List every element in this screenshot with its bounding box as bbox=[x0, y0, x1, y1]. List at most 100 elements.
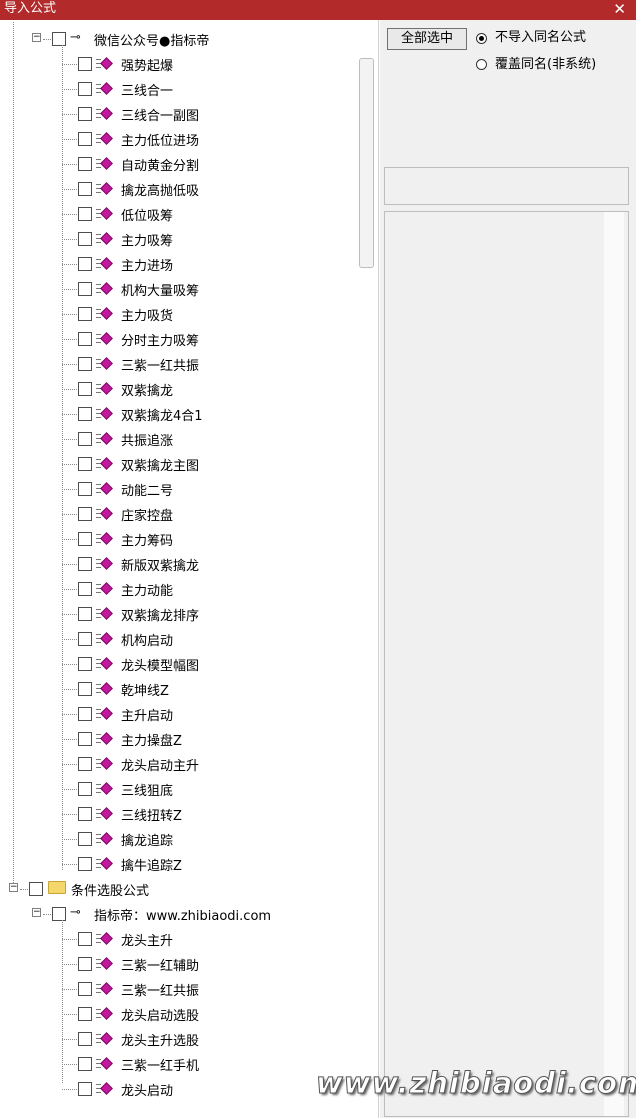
formula-icon-tick bbox=[96, 1084, 101, 1085]
formula-checkbox[interactable] bbox=[78, 657, 92, 671]
formula-item[interactable]: 三紫一红手机 bbox=[0, 1052, 370, 1077]
formula-item[interactable]: 双紫擒龙排序 bbox=[0, 602, 370, 627]
select-all-button[interactable]: 全部选中 bbox=[387, 28, 467, 50]
formula-checkbox[interactable] bbox=[78, 732, 92, 746]
formula-item[interactable]: 双紫擒龙 bbox=[0, 377, 370, 402]
formula-checkbox[interactable] bbox=[78, 157, 92, 171]
formula-checkbox[interactable] bbox=[78, 282, 92, 296]
formula-checkbox[interactable] bbox=[78, 232, 92, 246]
tree-node[interactable]: − ⊸ 微信公众号●指标帝 bbox=[0, 27, 370, 52]
tree-node[interactable]: − ⊸ 指标帝：www.zhibiaodi.com bbox=[0, 902, 370, 927]
formula-item[interactable]: 低位吸筹 bbox=[0, 202, 370, 227]
formula-checkbox[interactable] bbox=[78, 1032, 92, 1046]
formula-item[interactable]: 三线合一 bbox=[0, 77, 370, 102]
formula-checkbox[interactable] bbox=[78, 982, 92, 996]
formula-item[interactable]: 主升启动 bbox=[0, 702, 370, 727]
formula-checkbox[interactable] bbox=[78, 482, 92, 496]
formula-checkbox[interactable] bbox=[78, 832, 92, 846]
expand-toggle-icon[interactable]: − bbox=[32, 33, 41, 42]
no-import-radio-label[interactable]: 不导入同名公式 bbox=[495, 30, 586, 46]
formula-item[interactable]: 乾坤线Z bbox=[0, 677, 370, 702]
formula-checkbox[interactable] bbox=[78, 557, 92, 571]
formula-checkbox[interactable] bbox=[78, 1082, 92, 1096]
formula-item[interactable]: 主力动能 bbox=[0, 577, 370, 602]
formula-item[interactable]: 三紫一红辅助 bbox=[0, 952, 370, 977]
formula-checkbox[interactable] bbox=[78, 207, 92, 221]
formula-item[interactable]: 新版双紫擒龙 bbox=[0, 552, 370, 577]
formula-item[interactable]: 龙头主升选股 bbox=[0, 1027, 370, 1052]
formula-checkbox[interactable] bbox=[78, 107, 92, 121]
formula-checkbox[interactable] bbox=[78, 632, 92, 646]
tree-checkbox[interactable] bbox=[29, 882, 43, 896]
formula-item[interactable]: 擒龙追踪 bbox=[0, 827, 370, 852]
formula-icon-tick bbox=[96, 792, 101, 793]
formula-checkbox[interactable] bbox=[78, 357, 92, 371]
formula-checkbox[interactable] bbox=[78, 532, 92, 546]
formula-item[interactable]: 三线扭转Z bbox=[0, 802, 370, 827]
formula-item[interactable]: 龙头启动选股 bbox=[0, 1002, 370, 1027]
formula-checkbox[interactable] bbox=[78, 332, 92, 346]
formula-diamond bbox=[100, 582, 113, 595]
formula-checkbox[interactable] bbox=[78, 457, 92, 471]
tree-checkbox[interactable] bbox=[52, 907, 66, 921]
formula-checkbox[interactable] bbox=[78, 857, 92, 871]
formula-item[interactable]: 动能二号 bbox=[0, 477, 370, 502]
formula-item[interactable]: 主力吸筹 bbox=[0, 227, 370, 252]
formula-checkbox[interactable] bbox=[78, 607, 92, 621]
formula-item[interactable]: 龙头启动主升 bbox=[0, 752, 370, 777]
formula-checkbox[interactable] bbox=[78, 582, 92, 596]
formula-checkbox[interactable] bbox=[78, 407, 92, 421]
formula-item[interactable]: 强势起爆 bbox=[0, 52, 370, 77]
formula-checkbox[interactable] bbox=[78, 132, 92, 146]
formula-item[interactable]: 擒龙高抛低吸 bbox=[0, 177, 370, 202]
formula-checkbox[interactable] bbox=[78, 757, 92, 771]
formula-checkbox[interactable] bbox=[78, 307, 92, 321]
formula-tree[interactable]: − ⊸ 微信公众号●指标帝 强势起爆 三线合一 三线合一副图 主力低位进场 自动黄金分割 擒龙高… bbox=[0, 20, 379, 1118]
formula-item[interactable]: 主力低位进场 bbox=[0, 127, 370, 152]
expand-toggle-icon[interactable]: − bbox=[9, 883, 18, 892]
formula-item[interactable]: 主力吸货 bbox=[0, 302, 370, 327]
overwrite-radio[interactable] bbox=[476, 59, 487, 70]
no-import-radio[interactable] bbox=[476, 33, 487, 44]
formula-checkbox[interactable] bbox=[78, 782, 92, 796]
formula-item[interactable]: 共振追涨 bbox=[0, 427, 370, 452]
formula-item[interactable]: 庄家控盘 bbox=[0, 502, 370, 527]
formula-checkbox[interactable] bbox=[78, 507, 92, 521]
formula-checkbox[interactable] bbox=[78, 707, 92, 721]
formula-item[interactable]: 机构启动 bbox=[0, 627, 370, 652]
formula-checkbox[interactable] bbox=[78, 182, 92, 196]
formula-checkbox[interactable] bbox=[78, 682, 92, 696]
formula-checkbox[interactable] bbox=[78, 432, 92, 446]
formula-checkbox[interactable] bbox=[78, 1057, 92, 1071]
expand-toggle-icon[interactable]: − bbox=[32, 908, 41, 917]
formula-item[interactable]: 主力筹码 bbox=[0, 527, 370, 552]
formula-item[interactable]: 自动黄金分割 bbox=[0, 152, 370, 177]
formula-item[interactable]: 双紫擒龙主图 bbox=[0, 452, 370, 477]
formula-item[interactable]: 三紫一红共振 bbox=[0, 352, 370, 377]
formula-item[interactable]: 主力进场 bbox=[0, 252, 370, 277]
formula-item[interactable]: 双紫擒龙4合1 bbox=[0, 402, 370, 427]
formula-item[interactable]: 三线合一副图 bbox=[0, 102, 370, 127]
formula-item[interactable]: 擒牛追踪Z bbox=[0, 852, 370, 877]
formula-item[interactable]: 龙头启动 bbox=[0, 1077, 370, 1102]
formula-item[interactable]: 三紫一红共振 bbox=[0, 977, 370, 1002]
formula-item[interactable]: 分时主力吸筹 bbox=[0, 327, 370, 352]
preview-list[interactable] bbox=[384, 211, 629, 1117]
formula-item[interactable]: 龙头主升 bbox=[0, 927, 370, 952]
formula-checkbox[interactable] bbox=[78, 257, 92, 271]
formula-checkbox[interactable] bbox=[78, 932, 92, 946]
formula-item[interactable]: 三线狙底 bbox=[0, 777, 370, 802]
formula-item[interactable]: 主力操盘Z bbox=[0, 727, 370, 752]
formula-item[interactable]: 机构大量吸筹 bbox=[0, 277, 370, 302]
formula-item[interactable]: 龙头模型幅图 bbox=[0, 652, 370, 677]
formula-checkbox[interactable] bbox=[78, 1007, 92, 1021]
formula-checkbox[interactable] bbox=[78, 57, 92, 71]
formula-checkbox[interactable] bbox=[78, 82, 92, 96]
tree-node[interactable]: − 条件选股公式 bbox=[0, 877, 370, 902]
overwrite-radio-label[interactable]: 覆盖同名(非系统) bbox=[495, 57, 596, 73]
formula-checkbox[interactable] bbox=[78, 382, 92, 396]
tree-checkbox[interactable] bbox=[52, 32, 66, 46]
close-icon[interactable]: ✕ bbox=[613, 0, 626, 18]
formula-checkbox[interactable] bbox=[78, 807, 92, 821]
formula-checkbox[interactable] bbox=[78, 957, 92, 971]
